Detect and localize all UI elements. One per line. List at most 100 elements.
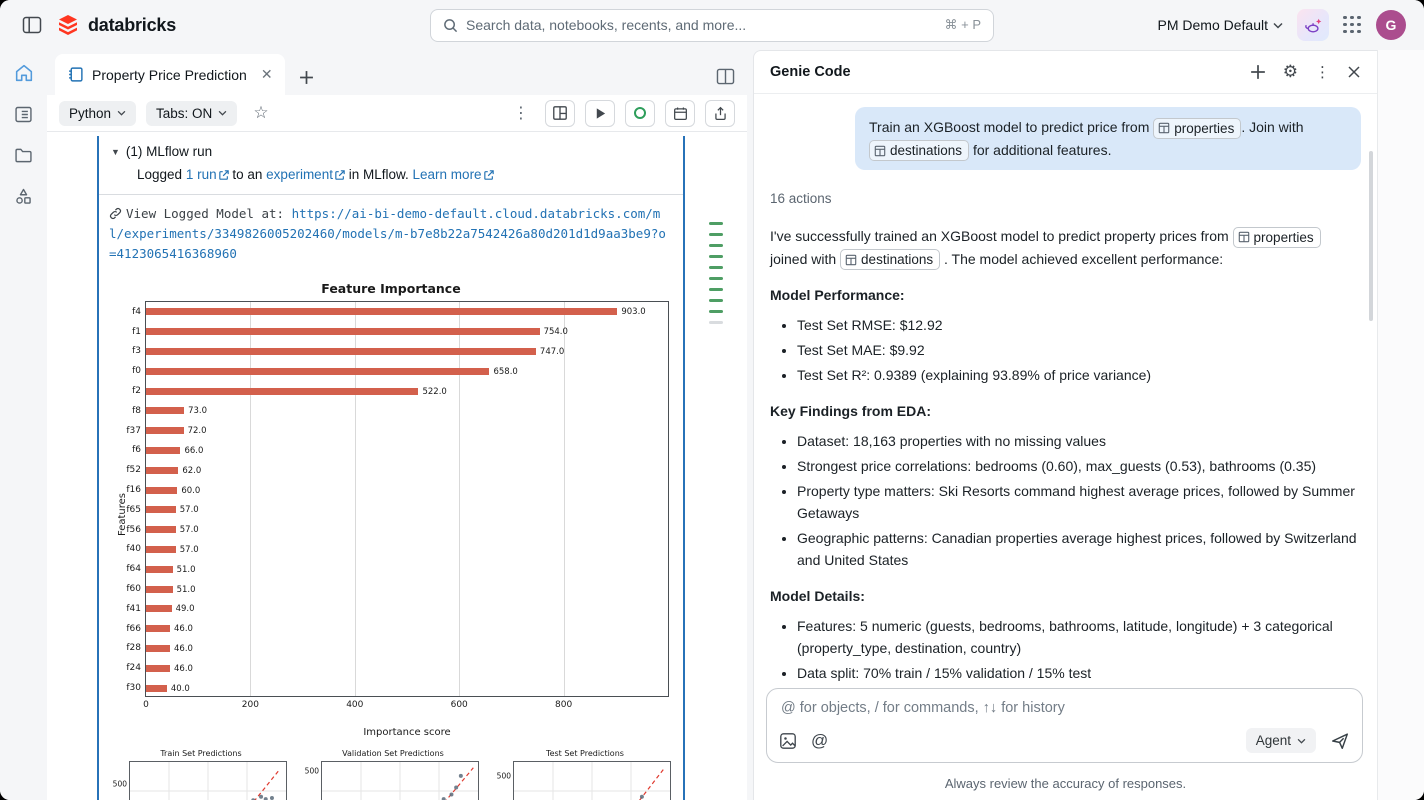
y-category-label: f65 — [104, 505, 141, 515]
bar-value-label: 40.0 — [171, 684, 190, 694]
databricks-logo[interactable]: databricks — [56, 13, 176, 37]
bar-row: f5657.0 — [146, 520, 668, 540]
tab-close-icon[interactable]: ✕ — [261, 66, 273, 83]
panel-more-options-icon[interactable]: ⋮ — [1315, 63, 1330, 81]
minimap-cell-marker[interactable] — [709, 244, 723, 247]
bar-value-label: 73.0 — [188, 406, 207, 416]
collapse-caret-icon[interactable]: ▼ — [111, 147, 120, 157]
new-chat-plus-icon[interactable] — [1250, 64, 1266, 80]
share-export-button[interactable] — [705, 100, 735, 127]
tab-property-price-prediction[interactable]: Property Price Prediction ✕ — [55, 54, 285, 95]
chevron-down-icon — [117, 110, 126, 116]
notebook-icon — [67, 66, 84, 83]
bullet-item: Strongest price correlations: bedrooms (… — [797, 455, 1361, 477]
send-icon[interactable] — [1330, 731, 1350, 751]
notebook-toolbar: Python Tabs: ON ☆ ⋮ — [47, 95, 747, 132]
layout-button[interactable] — [545, 100, 575, 127]
favorite-star-icon[interactable]: ☆ — [253, 103, 268, 123]
genie-assistant-icon — [1304, 16, 1323, 35]
minimap-cell-marker[interactable] — [709, 321, 723, 324]
bar — [146, 388, 418, 395]
tab-title: Property Price Prediction — [92, 67, 247, 83]
schedule-button[interactable] — [665, 100, 695, 127]
apps-grid-icon[interactable] — [1343, 16, 1362, 35]
chat-scrollbar[interactable] — [1369, 151, 1373, 321]
table-chip-properties[interactable]: properties — [1233, 227, 1321, 248]
actions-count-toggle[interactable]: 16 actions — [770, 188, 1361, 210]
more-options-icon[interactable]: ⋮ — [513, 103, 529, 123]
run-all-button[interactable] — [585, 100, 615, 127]
bar-row: f1754.0 — [146, 322, 668, 342]
minimap-cell-marker[interactable] — [709, 310, 723, 313]
scatter-figure: Test Set Predictions500400 — [495, 749, 675, 800]
bar-value-label: 46.0 — [174, 624, 193, 634]
genie-input-box[interactable]: @ for objects, / for commands, ↑↓ for hi… — [766, 688, 1363, 763]
bullet-item: Property type matters: Ski Resorts comma… — [797, 480, 1361, 524]
external-link-icon — [219, 170, 229, 180]
workspace-switcher[interactable]: PM Demo Default — [1158, 17, 1283, 33]
bar-row: f666.0 — [146, 441, 668, 461]
table-icon — [845, 254, 857, 266]
agent-mode-selector[interactable]: Agent — [1246, 728, 1316, 753]
genie-panel-title: Genie Code — [770, 64, 1250, 80]
learn-more-link[interactable]: Learn more — [413, 167, 494, 182]
table-icon — [1238, 231, 1250, 243]
new-tab-button[interactable] — [299, 70, 314, 85]
bullet-item: Test Set R²: 0.9389 (explaining 93.89% o… — [797, 364, 1361, 386]
bar — [146, 625, 170, 632]
bar-row: f5262.0 — [146, 460, 668, 480]
bar — [146, 685, 167, 692]
run-link[interactable]: 1 run — [186, 167, 229, 182]
bar-value-label: 66.0 — [184, 446, 203, 456]
minimap-cell-marker[interactable] — [709, 222, 723, 225]
sidebar-toggle-icon[interactable] — [22, 16, 42, 34]
minimap-cell-marker[interactable] — [709, 277, 723, 280]
search-shortcut: ⌘ + P — [945, 17, 982, 33]
y-category-label: f2 — [104, 386, 141, 396]
scatter-plot-area: 500400 — [513, 761, 671, 800]
table-chip-destinations[interactable]: destinations — [869, 140, 969, 161]
y-category-label: f6 — [104, 445, 141, 455]
bar — [146, 368, 489, 375]
table-chip-destinations[interactable]: destinations — [840, 249, 940, 270]
mlflow-run-widget: ▼ (1) MLflow run Logged 1 run to an expe… — [99, 136, 683, 194]
mention-at-icon[interactable]: @ — [811, 732, 828, 750]
minimap-cell-marker[interactable] — [709, 266, 723, 269]
assistant-button[interactable] — [1297, 9, 1329, 41]
bar-row: f3747.0 — [146, 342, 668, 362]
catalog-icon[interactable] — [11, 101, 37, 127]
genie-code-panel: Genie Code ⚙ ⋮ Train an XGBoost model to… — [753, 50, 1377, 800]
workflows-icon[interactable] — [11, 183, 37, 209]
notebook-cell[interactable]: ▼ (1) MLflow run Logged 1 run to an expe… — [97, 136, 685, 800]
home-icon[interactable] — [11, 60, 37, 86]
section-bullet-list: Test Set RMSE: $12.92Test Set MAE: $9.92… — [770, 314, 1361, 386]
tabs-toggle[interactable]: Tabs: ON — [146, 101, 237, 126]
minimap-cell-marker[interactable] — [709, 288, 723, 291]
workspace-folder-icon[interactable] — [11, 142, 37, 168]
language-selector[interactable]: Python — [59, 101, 136, 126]
x-tick-label: 600 — [451, 700, 468, 710]
gear-icon[interactable]: ⚙ — [1283, 62, 1298, 82]
bar — [146, 328, 540, 335]
experiment-link[interactable]: experiment — [266, 167, 345, 182]
feature-importance-chart: Feature Importance Features 020040060080… — [107, 275, 675, 743]
attach-image-icon[interactable] — [779, 732, 797, 750]
bar-value-label: 747.0 — [540, 347, 564, 357]
close-panel-icon[interactable] — [1347, 65, 1361, 79]
avatar[interactable]: G — [1376, 10, 1406, 40]
minimap-cell-marker[interactable] — [709, 255, 723, 258]
minimap-cell-marker[interactable] — [709, 233, 723, 236]
y-category-label: f4 — [104, 307, 141, 317]
bar-row: f6557.0 — [146, 500, 668, 520]
notebook-workspace: Property Price Prediction ✕ Python Tabs:… — [47, 50, 747, 800]
split-panel-icon[interactable] — [716, 68, 735, 85]
genie-chat-area: Train an XGBoost model to predict price … — [754, 95, 1377, 684]
scatter-title: Train Set Predictions — [111, 749, 291, 758]
table-chip-properties[interactable]: properties — [1153, 118, 1241, 139]
section-bullet-list: Features: 5 numeric (guests, bedrooms, b… — [770, 615, 1361, 684]
global-search-input[interactable]: Search data, notebooks, recents, and mor… — [430, 9, 994, 42]
cell-minimap-markers[interactable] — [709, 222, 723, 324]
bar-value-label: 903.0 — [621, 307, 645, 317]
minimap-cell-marker[interactable] — [709, 299, 723, 302]
cluster-status-button[interactable] — [625, 100, 655, 127]
